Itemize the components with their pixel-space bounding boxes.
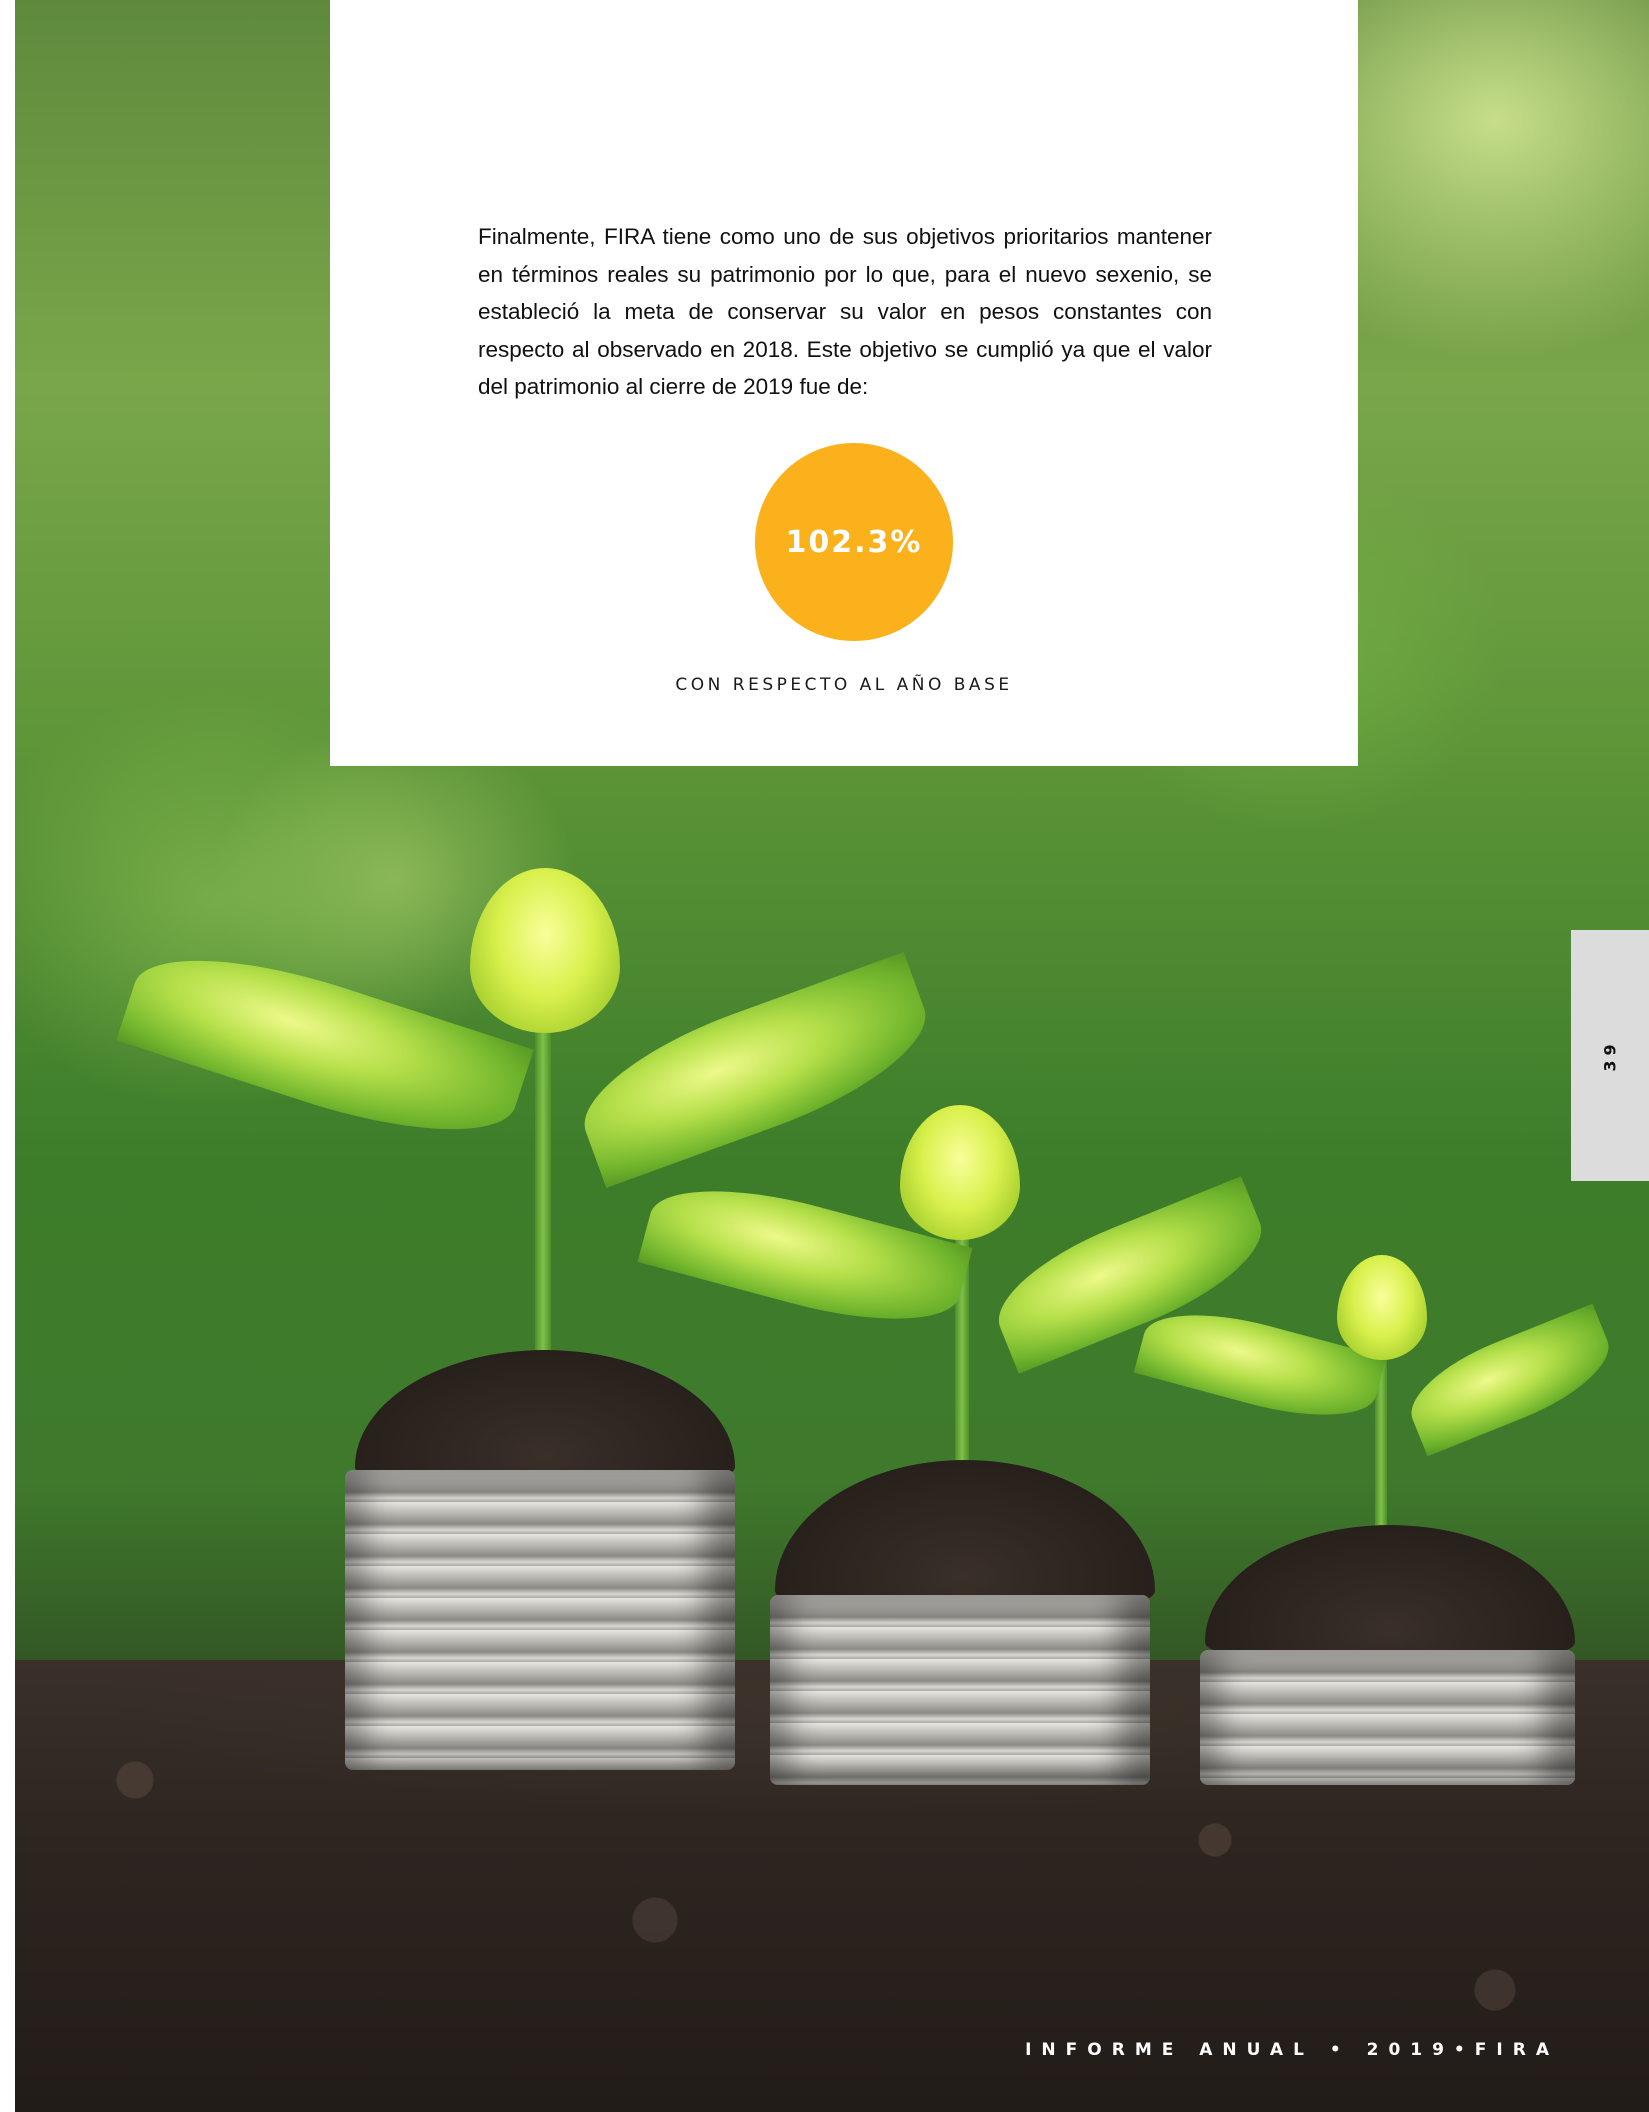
- metric-badge: 102.3%: [755, 443, 953, 641]
- content-card: Finalmente, FIRA tiene como uno de sus o…: [330, 0, 1358, 766]
- metric-caption: CON RESPECTO AL AÑO BASE: [675, 675, 1013, 695]
- page-number: 39: [1600, 1039, 1620, 1072]
- metric-value: 102.3%: [785, 524, 923, 560]
- footer-text: INFORME ANUAL • 2019•FIRA: [1025, 2040, 1559, 2060]
- body-paragraph: Finalmente, FIRA tiene como uno de sus o…: [478, 224, 1212, 399]
- page-number-tab: 39: [1571, 930, 1649, 1181]
